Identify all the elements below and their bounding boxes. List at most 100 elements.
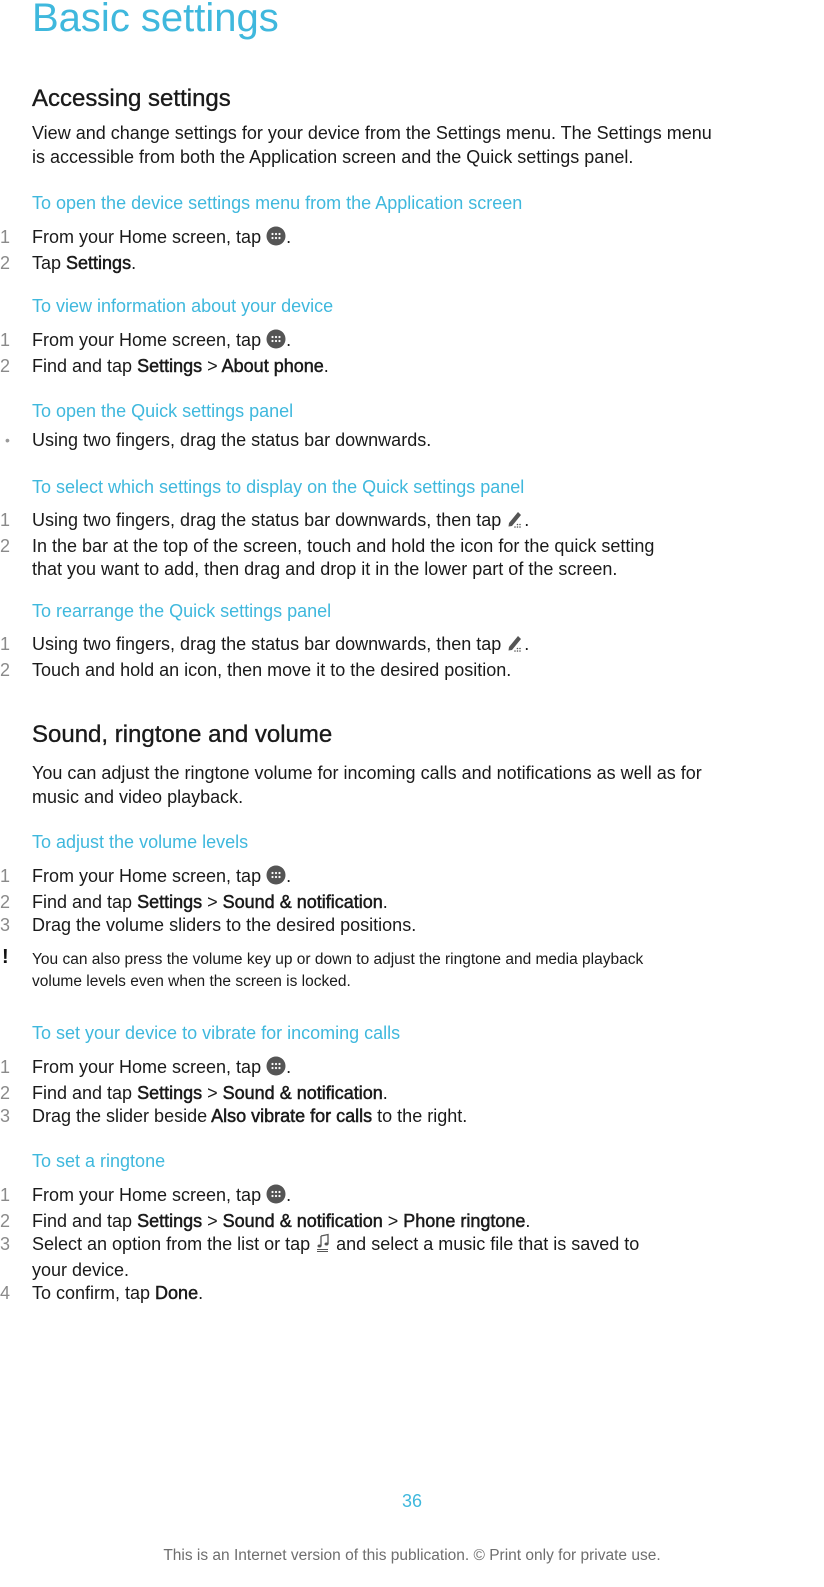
intro-line: is accessible from both the Application … — [32, 147, 634, 167]
step: 2 In the bar at the top of the screen, t… — [0, 535, 792, 581]
apps-grid-icon — [266, 865, 286, 891]
punct: . — [382, 892, 388, 912]
procedure-adjust-volume: To adjust the volume levels 1 From your … — [0, 830, 824, 993]
exclamation-icon: ! — [2, 946, 9, 968]
step: 1 Using two fingers, drag the status bar… — [0, 509, 792, 535]
step: 2 Find and tap Settings > Sound & notifi… — [0, 1082, 792, 1105]
procedure-set-ringtone: To set a ringtone 1 From your Home scree… — [0, 1149, 824, 1305]
separator: > — [202, 356, 222, 376]
apps-grid-icon — [266, 1184, 286, 1210]
step-text: Using two fingers, drag the status bar d… — [32, 634, 507, 654]
step-text: From your Home screen, tap — [32, 1057, 267, 1077]
bullet-icon: • — [5, 432, 10, 448]
ui-label-settings: Settings — [137, 892, 203, 913]
apps-grid-icon — [266, 226, 286, 252]
step: 1 From your Home screen, tap . — [0, 226, 792, 252]
step-number: 1 — [0, 330, 11, 350]
ui-label-sound-notification: Sound & notification — [222, 1083, 383, 1104]
procedure-rearrange-quick-settings: To rearrange the Quick settings panel 1 … — [0, 599, 824, 682]
step: 2 Tap Settings. — [0, 252, 792, 275]
step-number: 1 — [0, 634, 11, 654]
punct: . — [524, 634, 530, 654]
separator: > — [202, 1083, 223, 1103]
step-text: Find and tap — [32, 892, 138, 912]
page-title: Basic settings — [32, 0, 279, 40]
intro-paragraph: You can adjust the ringtone volume for i… — [32, 761, 822, 809]
note-callout: ! You can also press the volume key up o… — [0, 946, 792, 993]
intro-line: View and change settings for your device… — [32, 123, 712, 143]
procedure-open-settings: To open the device settings menu from th… — [0, 191, 824, 275]
step: 1 Using two fingers, drag the status bar… — [0, 633, 792, 659]
step-number: 1 — [0, 227, 11, 247]
step-text: Drag the slider beside — [32, 1106, 212, 1126]
step-number: 1 — [0, 1185, 11, 1205]
punct: . — [286, 1185, 292, 1205]
step-text: and select a music file that is saved to — [331, 1234, 640, 1254]
procedure-view-device-info: To view information about your device 1 … — [0, 294, 824, 378]
ui-label-settings: Settings — [137, 356, 203, 377]
step-number: 2 — [0, 892, 11, 912]
step-number: 1 — [0, 510, 11, 530]
step-text: Find and tap — [32, 1083, 138, 1103]
step-number: 2 — [0, 253, 11, 273]
apps-grid-icon — [266, 329, 286, 355]
step-text: From your Home screen, tap — [32, 866, 267, 886]
punct: . — [131, 253, 137, 273]
punct: . — [286, 866, 292, 886]
separator: > — [202, 1211, 223, 1231]
separator: > — [202, 892, 223, 912]
step-text: From your Home screen, tap — [32, 330, 267, 350]
punct: . — [198, 1283, 204, 1303]
step-text: Tap — [32, 253, 67, 273]
step: 1 From your Home screen, tap . — [0, 1184, 792, 1210]
step-text: Drag the volume sliders to the desired p… — [32, 915, 417, 935]
step-text: Find and tap — [32, 356, 138, 376]
music-file-icon — [315, 1233, 331, 1259]
ui-label-settings: Settings — [137, 1083, 203, 1104]
step-number: 2 — [0, 356, 11, 376]
punct: . — [382, 1083, 388, 1103]
ui-label-settings: Settings — [66, 253, 132, 274]
ui-label-sound-notification: Sound & notification — [222, 1211, 383, 1232]
step-text: To confirm, tap — [32, 1283, 156, 1303]
step-number: 3 — [0, 915, 11, 935]
edit-pencil-icon — [506, 633, 524, 659]
ui-label-also-vibrate: Also vibrate for calls — [211, 1106, 373, 1127]
step-number: 1 — [0, 866, 11, 886]
procedure-title: To open the Quick settings panel — [32, 401, 294, 421]
intro-paragraph: View and change settings for your device… — [32, 121, 822, 169]
ui-label-settings: Settings — [137, 1211, 203, 1232]
procedure-title: To rearrange the Quick settings panel — [32, 601, 332, 621]
edit-pencil-icon — [506, 509, 524, 535]
step-number: 3 — [0, 1106, 11, 1126]
step: 1 From your Home screen, tap . — [0, 1056, 792, 1082]
step-number: 1 — [0, 1057, 11, 1077]
sound-section: Sound, ringtone and volume — [0, 720, 824, 750]
step: 3 Drag the slider beside Also vibrate fo… — [0, 1105, 792, 1128]
procedure-vibrate-calls: To set your device to vibrate for incomi… — [0, 1021, 824, 1128]
section-heading: Sound, ringtone and volume — [32, 721, 333, 748]
ui-label-done: Done — [155, 1283, 199, 1304]
step-text: your device. — [32, 1260, 130, 1280]
note-text: You can also press the volume key up or … — [32, 951, 644, 968]
step-text: Using two fingers, drag the status bar d… — [32, 510, 507, 530]
procedure-title: To adjust the volume levels — [32, 832, 249, 852]
separator: > — [382, 1211, 404, 1231]
ui-label-about-phone: About phone — [221, 356, 324, 377]
step: 2 Find and tap Settings > Sound & notifi… — [0, 1210, 792, 1233]
step-number: 4 — [0, 1283, 11, 1303]
punct: . — [323, 356, 329, 376]
accessing-intro: View and change settings for your device… — [0, 121, 824, 169]
step-number: 2 — [0, 536, 11, 556]
step-text: Find and tap — [32, 1211, 138, 1231]
punct: . — [525, 1211, 531, 1231]
procedure-title: To select which settings to display on t… — [32, 477, 525, 497]
intro-line: music and video playback. — [32, 787, 244, 807]
step-number: 2 — [0, 1083, 11, 1103]
sound-intro: You can adjust the ringtone volume for i… — [0, 761, 824, 809]
page-number: 36 — [401, 1491, 423, 1511]
step: • Using two fingers, drag the status bar… — [0, 429, 792, 452]
step-text: Select an option from the list or tap — [32, 1234, 316, 1254]
step: 1 From your Home screen, tap . — [0, 329, 792, 355]
step-number: 3 — [0, 1234, 11, 1254]
